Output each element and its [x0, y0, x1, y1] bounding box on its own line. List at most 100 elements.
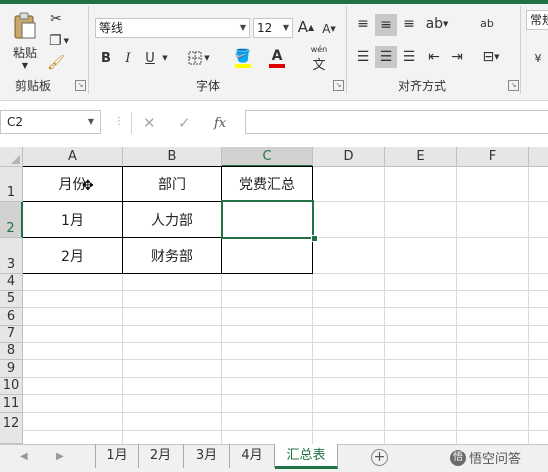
font-launcher-icon[interactable]: ↘ [333, 80, 344, 91]
gridline [23, 430, 548, 431]
row-header-8[interactable]: 8 [0, 343, 23, 360]
font-group-label: 字体 [196, 79, 221, 93]
formula-input[interactable] [245, 110, 548, 134]
group-separator [520, 6, 521, 94]
select-all-corner[interactable] [0, 147, 23, 167]
cell-c1[interactable]: 党费汇总 [222, 167, 312, 201]
paste-icon[interactable] [8, 8, 42, 44]
decrease-indent-icon[interactable]: ⇤ [424, 47, 444, 67]
bold-button[interactable]: B [98, 48, 114, 68]
formula-bar-grip-icon[interactable]: ⋮ [114, 116, 124, 127]
font-color-icon[interactable]: A [262, 46, 292, 70]
sheet-tab-3[interactable]: 3月 [184, 444, 230, 468]
clipboard-launcher-icon[interactable]: ↘ [75, 80, 86, 91]
group-separator [346, 6, 347, 94]
row-header-9[interactable]: 9 [0, 360, 23, 378]
gridline [23, 290, 548, 291]
cancel-icon[interactable]: ✕ [143, 114, 156, 132]
font-size-value: 12 [257, 21, 273, 35]
watermark-logo-icon: 悟 [450, 449, 466, 466]
watermark: 悟悟空问答 [450, 448, 521, 467]
sheet-tab-4[interactable]: 4月 [230, 444, 275, 468]
prev-sheet-icon[interactable]: ◀ [20, 451, 28, 462]
row-header-6[interactable]: 6 [0, 308, 23, 326]
cross-cursor-icon: ✥ [82, 178, 94, 194]
insert-function-icon[interactable]: fx [214, 116, 226, 131]
align-top-icon[interactable]: ≡ [353, 14, 373, 34]
gridline [23, 342, 548, 343]
copy-icon[interactable]: ❐ ▼ [46, 32, 72, 50]
row-header-12[interactable]: 12 [0, 413, 23, 444]
sheet-tab-1[interactable]: 1月 [95, 444, 139, 468]
alignment-launcher-icon[interactable]: ↘ [508, 80, 519, 91]
row-header-10[interactable]: 10 [0, 378, 23, 395]
cut-icon[interactable]: ✂ [46, 10, 66, 28]
column-header-f[interactable]: F [457, 147, 529, 167]
paste-dropdown-icon[interactable]: ▼ [18, 60, 32, 70]
gridline [23, 412, 548, 413]
paste-button[interactable]: 粘贴 [8, 44, 42, 60]
formula-divider [131, 112, 132, 134]
enter-icon[interactable]: ✓ [178, 114, 191, 132]
row-header-2[interactable]: 2 [0, 202, 23, 238]
group-separator [88, 6, 89, 94]
column-header-d[interactable]: D [313, 147, 385, 167]
cell-b2[interactable]: 人力部 [123, 202, 221, 237]
borders-icon[interactable]: ▼ [185, 48, 213, 68]
gridline [23, 394, 548, 395]
active-cell-selection[interactable] [221, 200, 314, 239]
cell-a3[interactable]: 2月 [23, 238, 122, 273]
align-center-icon[interactable]: ☰ [375, 46, 397, 68]
table-border [23, 273, 313, 274]
row-header-11[interactable]: 11 [0, 395, 23, 413]
align-left-icon[interactable]: ☰ [353, 47, 373, 67]
column-header-a[interactable]: A [23, 147, 123, 167]
watermark-text: 悟空问答 [469, 452, 522, 467]
font-name-select[interactable]: 等线 ▼ [95, 18, 250, 38]
sheet-tab-2[interactable]: 2月 [138, 444, 184, 468]
underline-button[interactable]: U [142, 48, 158, 68]
cell-b3[interactable]: 财务部 [123, 238, 221, 273]
name-box[interactable]: C2 ▼ [0, 110, 101, 134]
increase-indent-icon[interactable]: ⇥ [447, 47, 467, 67]
italic-button[interactable]: I [120, 48, 136, 68]
align-middle-icon[interactable]: ≡ [375, 14, 397, 36]
merge-center-icon[interactable]: ⊟ ▼ [476, 47, 506, 67]
add-sheet-icon[interactable]: + [371, 449, 388, 466]
increase-font-icon[interactable]: A ▲ [297, 17, 315, 37]
cell-a2[interactable]: 1月 [23, 202, 122, 237]
fill-handle[interactable] [311, 235, 318, 242]
format-painter-icon[interactable]: 🖌 [46, 54, 66, 72]
underline-dropdown-icon[interactable]: ▼ [160, 52, 170, 64]
currency-icon[interactable]: ¥ [528, 48, 548, 68]
wrap-text-icon[interactable]: ab [478, 12, 496, 34]
gridline [23, 325, 548, 326]
number-format-select[interactable]: 常规 [526, 10, 548, 30]
gridline [384, 167, 385, 444]
column-header-c[interactable]: C [222, 147, 313, 167]
decrease-font-icon[interactable]: A ▼ [320, 19, 338, 39]
cell-a1[interactable]: 月份 [23, 167, 122, 201]
fill-color-icon[interactable]: 🪣 [228, 46, 258, 70]
cell-c3[interactable] [222, 238, 312, 273]
row-header-5[interactable]: 5 [0, 291, 23, 308]
phonetic-icon[interactable]: wén 文 [303, 45, 335, 73]
column-header-g[interactable] [529, 147, 548, 167]
row-header-3[interactable]: 3 [0, 238, 23, 274]
sheet-tab-summary[interactable]: 汇总表 [275, 444, 338, 469]
gridline [528, 167, 529, 444]
font-size-select[interactable]: 12 ▼ [253, 18, 293, 38]
row-header-7[interactable]: 7 [0, 326, 23, 343]
align-bottom-icon[interactable]: ≡ [399, 14, 419, 34]
orientation-icon[interactable]: ab ▼ [422, 14, 452, 34]
next-sheet-icon[interactable]: ▶ [56, 451, 64, 462]
column-header-b[interactable]: B [123, 147, 222, 167]
name-box-value: C2 [7, 115, 24, 129]
row-header-4[interactable]: 4 [0, 274, 23, 291]
gridline [23, 307, 548, 308]
align-right-icon[interactable]: ☰ [399, 47, 419, 67]
column-header-e[interactable]: E [385, 147, 457, 167]
row-header-1[interactable]: 1 [0, 167, 23, 202]
cell-b1[interactable]: 部门 [123, 167, 221, 201]
alignment-group-label: 对齐方式 [398, 79, 447, 93]
